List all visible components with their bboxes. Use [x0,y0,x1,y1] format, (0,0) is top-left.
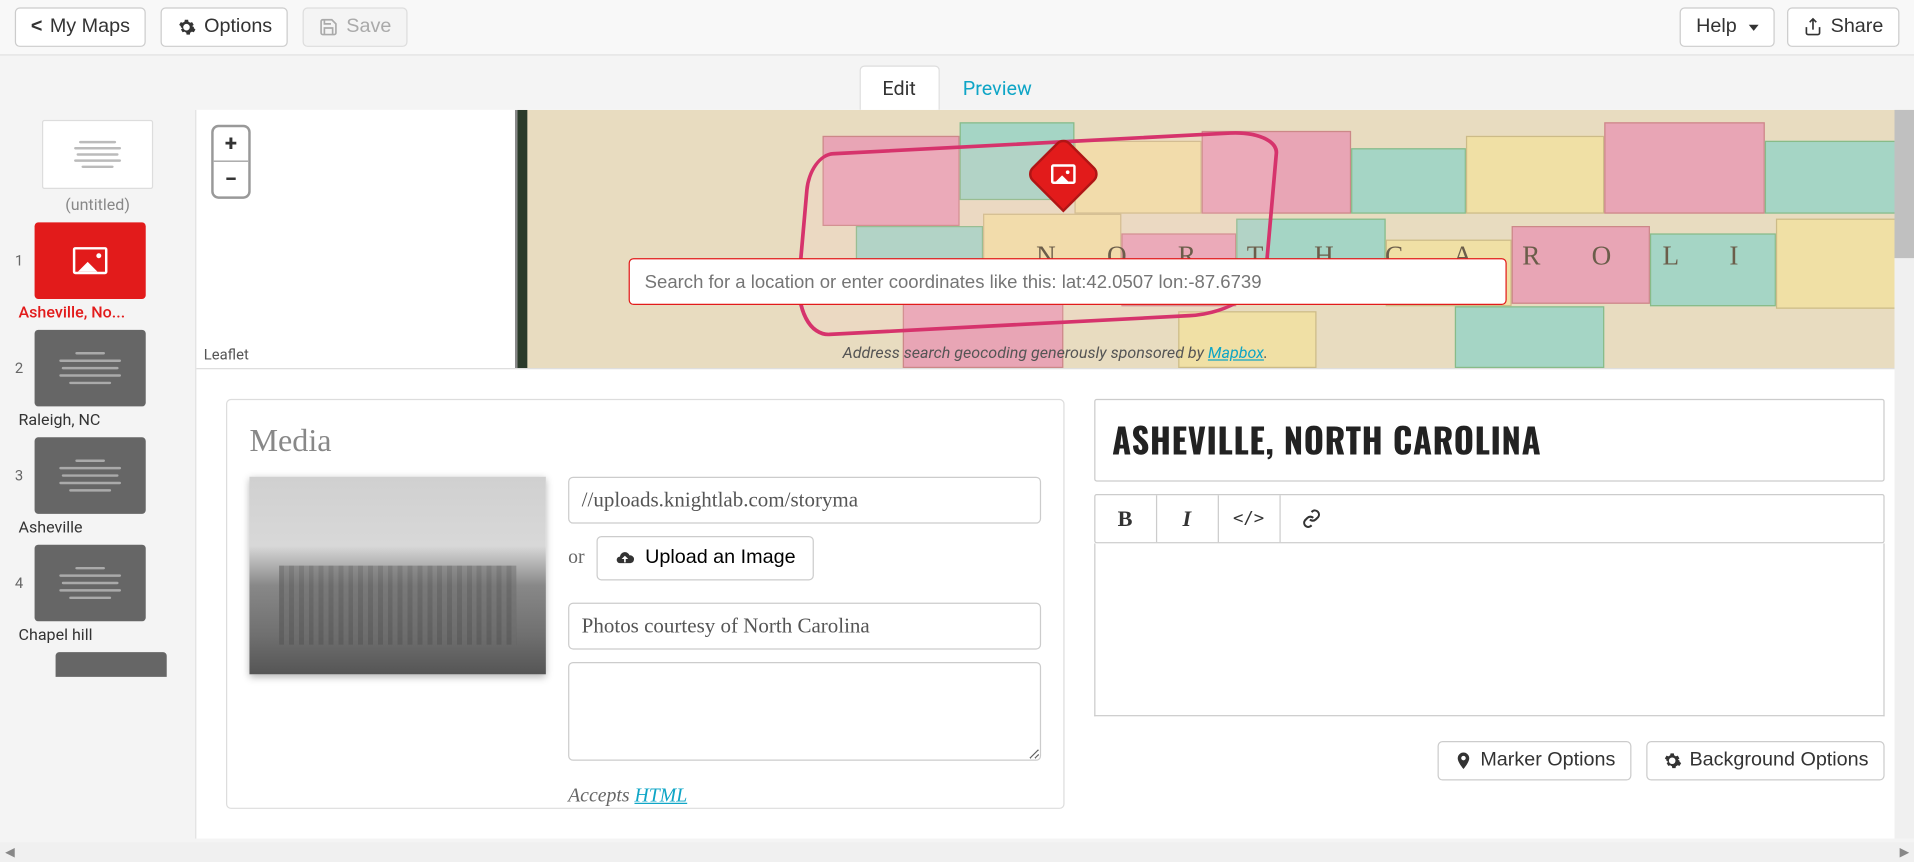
text-lines-icon [35,352,146,384]
chevron-left-icon: < [31,16,43,38]
editor-panels: Media or Upload an Image [196,369,1914,838]
tab-preview[interactable]: Preview [939,65,1055,109]
horizontal-scrollbar[interactable]: ◀ ▶ [0,842,1914,862]
text-lines-icon [74,141,121,168]
bold-button[interactable]: B [1095,495,1157,542]
slide-thumbnail-2[interactable] [35,330,146,407]
headline-input[interactable] [1094,399,1885,482]
title-slide-label: (untitled) [23,196,171,215]
slide-thumbnail-1[interactable] [35,222,146,299]
vertical-scrollbar[interactable] [1894,110,1914,839]
link-button[interactable] [1280,495,1342,542]
mapbox-link[interactable]: Mapbox [1208,345,1264,364]
slide-thumbnail-partial[interactable] [56,652,167,677]
map-area[interactable]: N O R T H C A R O L I + − Leaflet Addres… [196,110,1914,369]
save-button[interactable]: Save [303,7,407,47]
location-search-input[interactable] [629,258,1507,305]
cloud-upload-icon [615,548,635,568]
geocoding-attribution: Address search geocoding generously spon… [843,345,1268,364]
slide-label: Raleigh, NC [19,411,196,430]
my-maps-button[interactable]: < My Maps [15,7,146,47]
leaflet-attribution: Leaflet [204,346,249,363]
slides-sidebar: (untitled) 1 Asheville, No... 2 [0,110,195,839]
text-lines-icon [35,567,146,599]
media-credit-input[interactable] [568,603,1040,650]
topbar: < My Maps Options Save Help Share [0,0,1914,56]
or-label: or [568,547,584,569]
tab-edit[interactable]: Edit [859,65,939,109]
help-dropdown[interactable]: Help [1680,7,1775,47]
slide-number: 3 [15,467,25,484]
slide-row: 1 [7,222,187,299]
slide-label: Asheville [19,519,196,538]
content-area: N O R T H C A R O L I + − Leaflet Addres… [195,110,1914,839]
media-heading: Media [249,422,1040,459]
title-slide[interactable]: (untitled) [23,120,171,215]
image-icon [73,247,108,274]
description-editor[interactable] [1094,543,1885,716]
slide-thumbnail-4[interactable] [35,545,146,622]
slide-number: 1 [15,252,25,269]
background-options-button[interactable]: Background Options [1646,741,1884,781]
media-panel: Media or Upload an Image [226,399,1064,809]
main: (untitled) 1 Asheville, No... 2 [0,110,1914,839]
marker-icon [1453,751,1473,771]
slide-label: Chapel hill [19,626,196,645]
mode-tabs: Edit Preview [0,56,1914,110]
slide-row: 4 [7,545,187,622]
scroll-left-icon[interactable]: ◀ [0,842,20,862]
map-marker[interactable] [1036,147,1090,201]
image-icon [1051,164,1076,184]
link-icon [1301,509,1321,529]
slide-row: 3 [7,437,187,514]
media-url-input[interactable] [568,477,1040,524]
media-thumbnail [249,477,545,675]
scroll-right-icon[interactable]: ▶ [1894,842,1914,862]
text-panel: B I </> Marker Options [1094,399,1885,809]
share-icon [1803,17,1823,37]
share-button[interactable]: Share [1787,7,1899,47]
options-button[interactable]: Options [161,7,288,47]
zoom-in-button[interactable]: + [214,127,249,162]
zoom-out-button[interactable]: − [214,162,249,197]
slide-number: 4 [15,574,25,591]
text-lines-icon [35,459,146,491]
slide-thumbnail-3[interactable] [35,437,146,514]
code-button[interactable]: </> [1218,495,1280,542]
zoom-control: + − [211,125,251,199]
editor-toolbar: B I </> [1094,494,1885,543]
italic-button[interactable]: I [1157,495,1219,542]
slide-row: 2 [7,330,187,407]
slide-number: 2 [15,359,25,376]
save-icon [319,17,339,37]
gear-icon [177,17,197,37]
accepts-label: Accepts HTML [568,785,1040,807]
gear-icon [1662,751,1682,771]
media-caption-input[interactable] [568,662,1040,761]
html-link[interactable]: HTML [634,785,687,806]
upload-image-button[interactable]: Upload an Image [597,536,814,580]
slide-label: Asheville, No... [19,304,196,323]
marker-options-button[interactable]: Marker Options [1437,741,1631,781]
